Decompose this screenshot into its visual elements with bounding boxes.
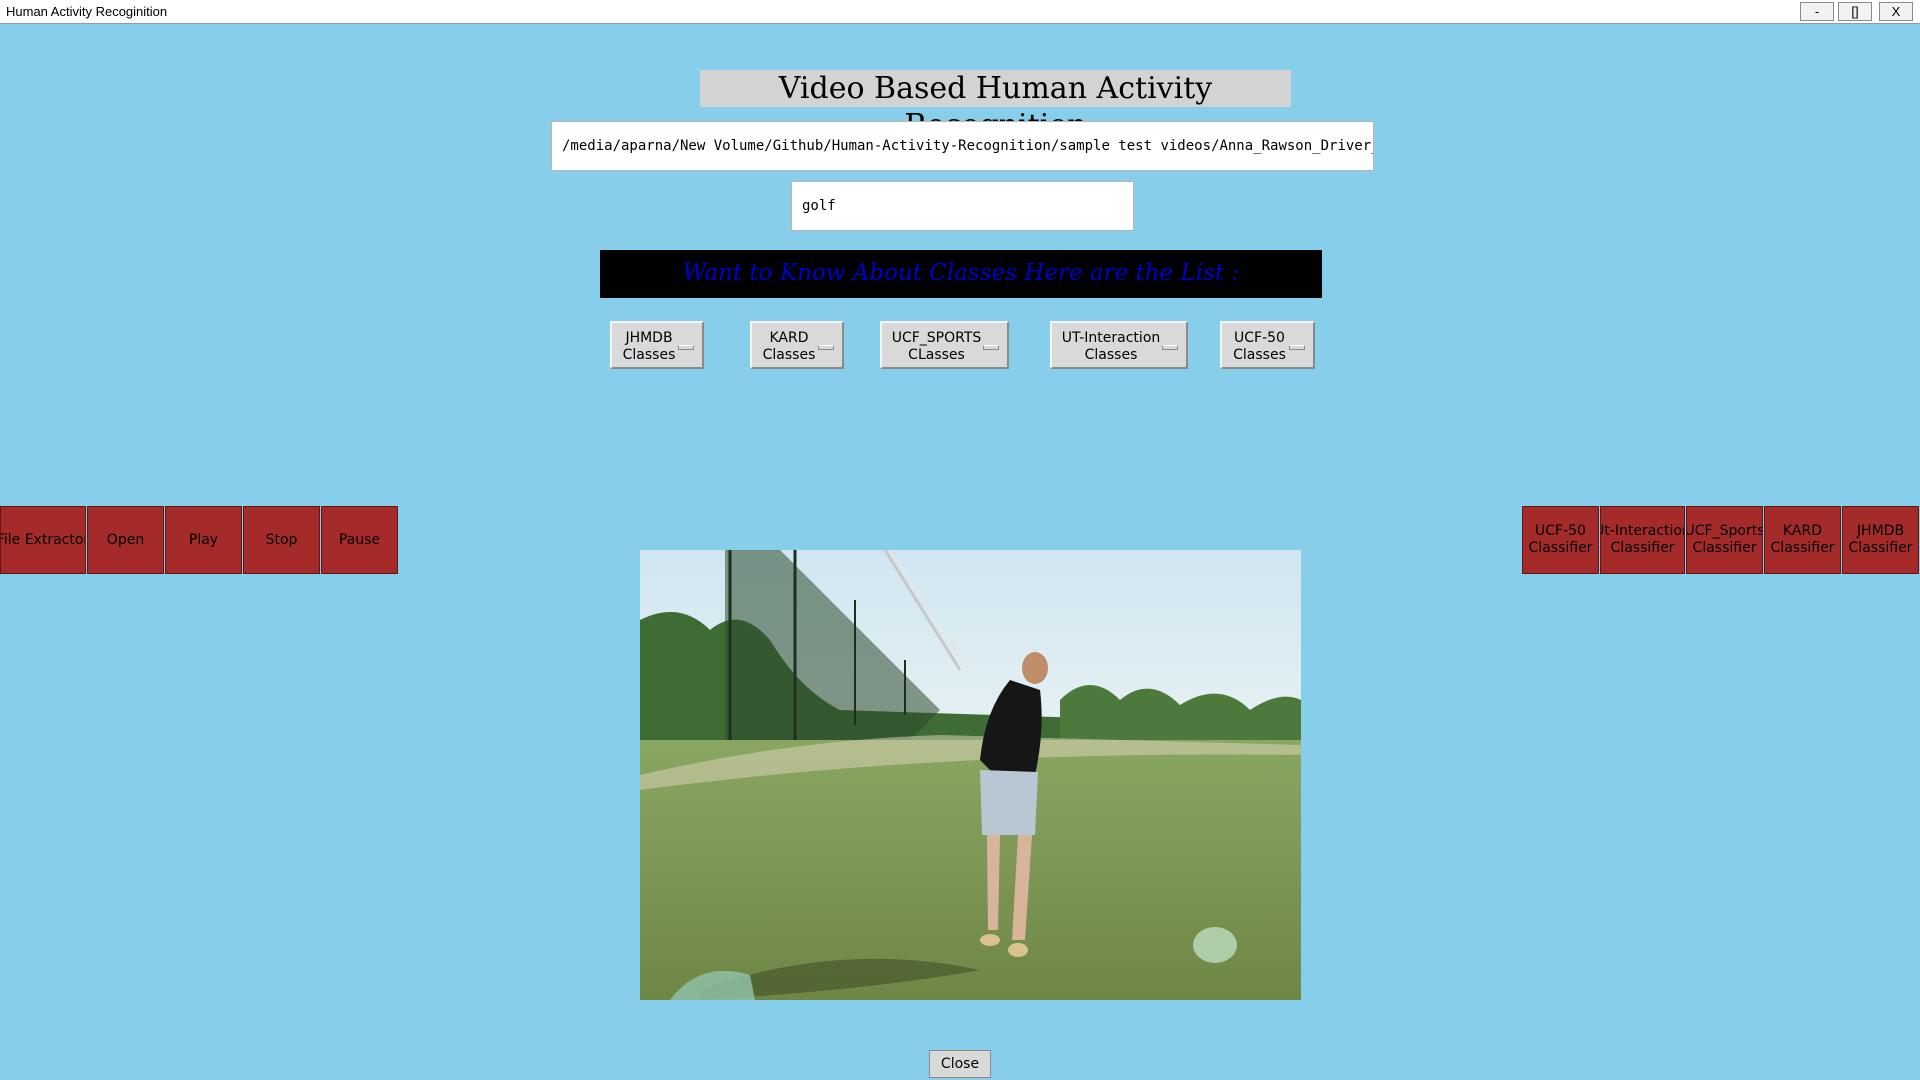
menu-label-line2: CLasses xyxy=(908,347,965,363)
classes-banner: Want to Know About Classes Here are the … xyxy=(600,250,1322,298)
page-title: Video Based Human Activity Recognition xyxy=(700,70,1291,143)
classifier-label-line2: Classifier xyxy=(1848,540,1913,556)
play-button[interactable]: Play xyxy=(165,506,242,574)
window-title: Human Activity Recoginition xyxy=(6,4,168,19)
stop-button[interactable]: Stop xyxy=(243,506,320,574)
classifier-label-line2: Classifier xyxy=(1692,540,1757,556)
pause-button[interactable]: Pause xyxy=(321,506,398,574)
classifier-label-line2: Classifier xyxy=(1770,540,1835,556)
window-close-button[interactable]: X xyxy=(1879,2,1913,21)
dropdown-indicator-icon xyxy=(678,345,694,350)
classifier-label-line1: JHMDB xyxy=(1856,523,1905,539)
window-titlebar: Human Activity Recoginition - [] X xyxy=(0,0,1920,24)
ucf-sports-classes-menu[interactable]: UCF_SPORTS CLasses xyxy=(880,321,1009,369)
video-path-field[interactable]: /media/aparna/New Volume/Github/Human-Ac… xyxy=(551,121,1374,171)
dropdown-indicator-icon xyxy=(983,345,999,350)
menu-label-line1: UCF_SPORTS xyxy=(891,330,982,346)
dropdown-indicator-icon xyxy=(1289,345,1305,350)
maximize-button[interactable]: [] xyxy=(1838,2,1872,21)
jhmdb-classes-menu[interactable]: JHMDB Classes xyxy=(610,321,704,369)
kard-classifier-button[interactable]: KARD Classifier xyxy=(1764,506,1841,574)
dropdown-indicator-icon xyxy=(1162,345,1178,350)
open-button[interactable]: Open xyxy=(87,506,164,574)
classifier-label-line1: KARD xyxy=(1782,523,1822,539)
kard-classes-menu[interactable]: KARD Classes xyxy=(750,321,844,369)
ucf-sports-classifier-button[interactable]: UCF_Sports Classifier xyxy=(1686,506,1763,574)
menu-label-line1: KARD xyxy=(769,330,809,346)
menu-label-line1: UT-Interaction xyxy=(1061,330,1161,346)
classifier-label-line1: UCF-50 xyxy=(1535,523,1586,539)
ut-interaction-classifier-button[interactable]: Ut-InteractionClassifier xyxy=(1600,506,1685,574)
classifier-label-line2: Classifier xyxy=(1528,540,1593,556)
classifier-label-line1: UCF_Sports xyxy=(1686,523,1763,539)
menu-label-line2: Classes xyxy=(762,347,816,363)
menu-label-line1: JHMDB xyxy=(625,330,673,346)
classifier-label-line2: Classifier xyxy=(1610,540,1675,556)
golfer-video-frame-icon xyxy=(640,550,1301,1000)
menu-label-line2: Classes xyxy=(622,347,676,363)
video-display xyxy=(640,550,1301,1000)
predicted-class-field[interactable]: golf xyxy=(791,181,1134,231)
dropdown-indicator-icon xyxy=(818,345,834,350)
jhmdb-classifier-button[interactable]: JHMDB Classifier xyxy=(1842,506,1919,574)
menu-label-line1: UCF-50 xyxy=(1234,330,1285,346)
minimize-button[interactable]: - xyxy=(1800,2,1834,21)
file-extractor-button[interactable]: File Extractor xyxy=(0,506,86,574)
ucf-50-classifier-button[interactable]: UCF-50 Classifier xyxy=(1522,506,1599,574)
ut-interaction-classes-menu[interactable]: UT-Interaction Classes xyxy=(1050,321,1188,369)
close-button[interactable]: Close xyxy=(929,1050,991,1078)
menu-label-line2: Classes xyxy=(1233,347,1286,363)
classifier-label-line1: Ut-Interaction xyxy=(1601,523,1684,539)
menu-label-line2: Classes xyxy=(1084,347,1138,363)
ucf-50-classes-menu[interactable]: UCF-50 Classes xyxy=(1220,321,1315,369)
